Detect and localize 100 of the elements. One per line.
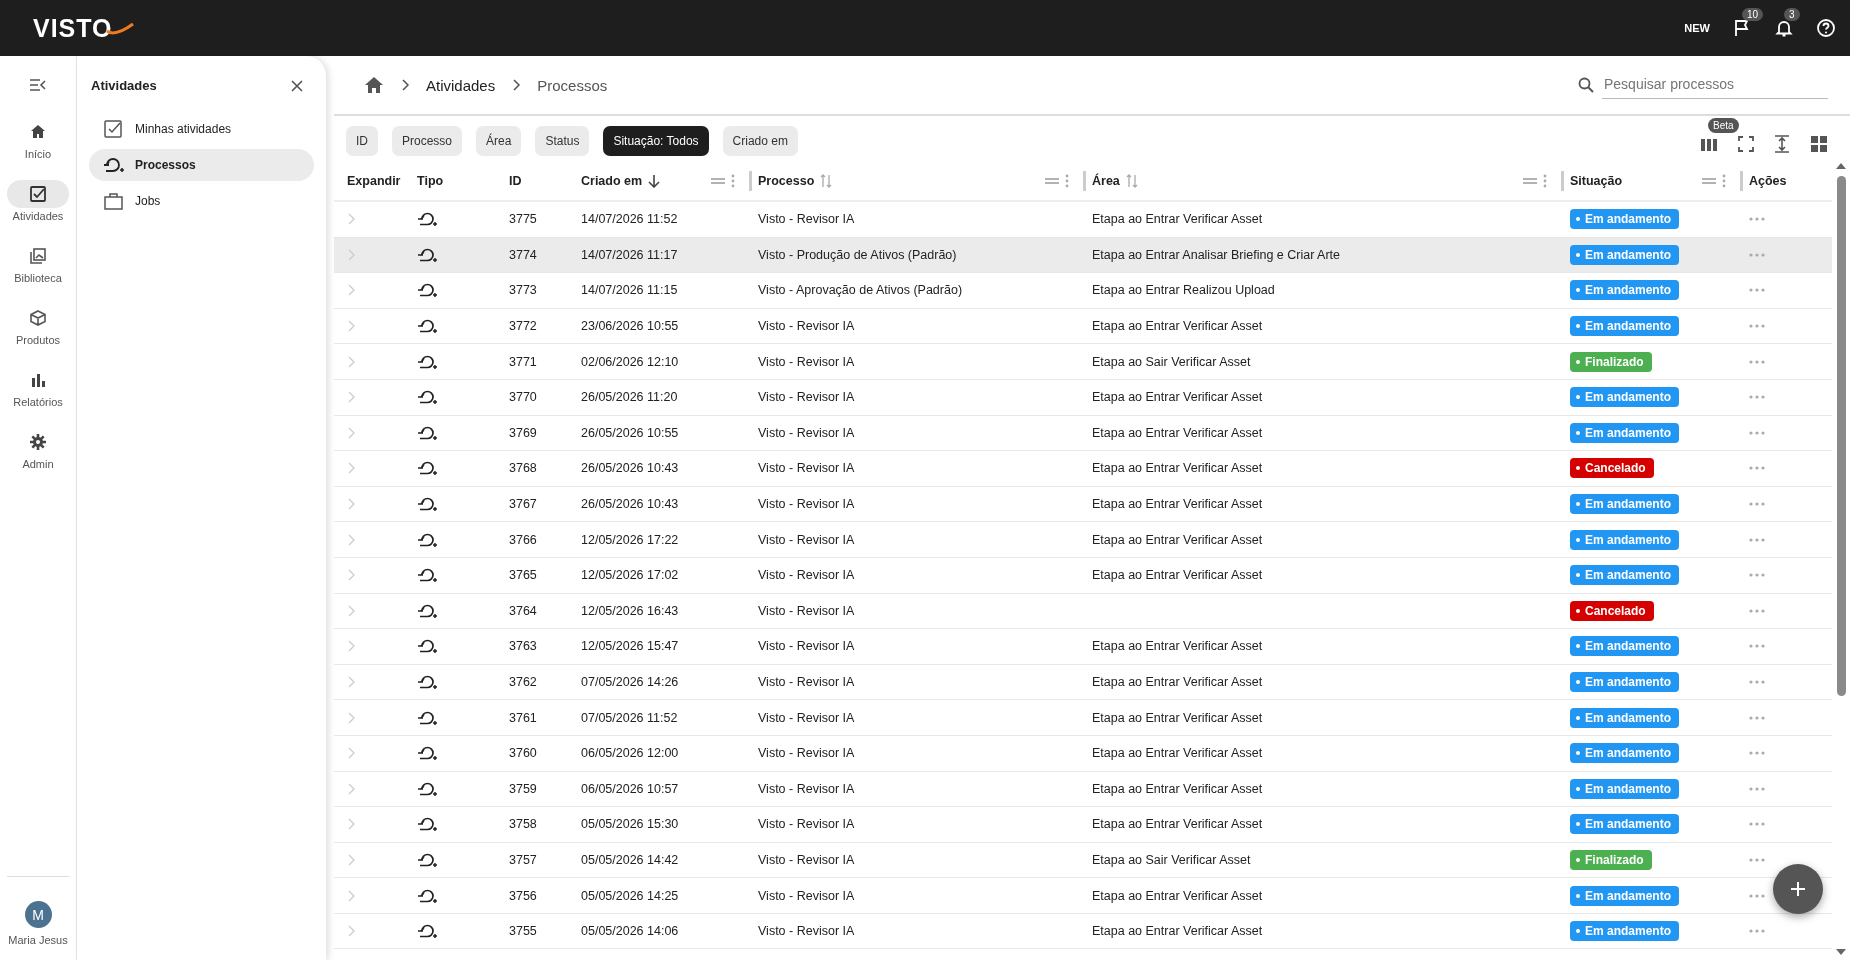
user-avatar[interactable]: M [24,901,52,928]
filter-chip[interactable]: Criado em [722,126,798,156]
nav-item[interactable]: Início [7,118,69,160]
column-menu-icon[interactable] [731,174,735,188]
column-menu-icon[interactable] [1722,174,1726,188]
expand-chevron-icon[interactable] [347,426,355,439]
scroll-up-icon[interactable] [1835,162,1847,170]
column-header[interactable]: Criado em [581,174,643,188]
table-row[interactable]: 3758 05/05/2026 15:30 Visto - Revisor IA Etapa ao Entrar Verificar Asset Em andamento [334,807,1832,843]
more-icon[interactable] [1749,395,1765,400]
table-row[interactable]: 3755 05/05/2026 14:06 Visto - Revisor IA Etapa ao Entrar Verificar Asset Em andamento [334,913,1832,950]
column-header[interactable]: Área [1092,174,1120,188]
more-icon[interactable] [1749,288,1765,293]
more-icon[interactable] [1749,644,1765,649]
filter-chip[interactable]: Situação: Todos [603,126,709,156]
table-row[interactable]: 3764 12/05/2026 16:43 Visto - Revisor IA Cancelado [334,593,1832,630]
more-icon[interactable] [1749,466,1765,471]
nav-item[interactable]: Admin [7,428,69,470]
table-row[interactable]: 3765 12/05/2026 17:02 Visto - Revisor IA Etapa ao Entrar Verificar Asset Em andamento [334,557,1832,594]
expand-chevron-icon[interactable] [347,782,355,795]
more-icon[interactable] [1749,537,1765,542]
drag-handle-icon[interactable] [1702,177,1716,185]
table-row[interactable]: 3768 26/05/2026 10:43 Visto - Revisor IA Etapa ao Entrar Verificar Asset Cancelado [334,451,1832,487]
columns-icon[interactable] [1700,136,1718,152]
nav-item[interactable]: Biblioteca [7,242,69,284]
drag-handle-icon[interactable] [1045,177,1059,185]
table-row[interactable]: 3762 07/05/2026 14:26 Visto - Revisor IA Etapa ao Entrar Verificar Asset Em andamento [334,664,1832,701]
grid-view-icon[interactable] [1810,135,1828,153]
more-icon[interactable] [1749,252,1765,257]
sort-icon[interactable] [820,174,833,188]
filter-chip[interactable]: Status [535,126,590,156]
table-row[interactable]: 3775 14/07/2026 11:52 Visto - Revisor IA Etapa ao Entrar Verificar Asset Em andamento [334,202,1832,238]
expand-chevron-icon[interactable] [347,498,355,511]
expand-chevron-icon[interactable] [347,320,355,333]
table-row[interactable]: 3767 26/05/2026 10:43 Visto - Revisor IA Etapa ao Entrar Verificar Asset Em andamento [334,486,1832,523]
close-icon[interactable] [290,78,304,93]
expand-chevron-icon[interactable] [347,676,355,688]
home-icon[interactable] [364,76,384,94]
table-row[interactable]: 3761 07/05/2026 11:52 Visto - Revisor IA Etapa ao Entrar Verificar Asset Em andamento [334,700,1832,736]
column-header[interactable]: Ações [1749,174,1787,188]
sort-down-icon[interactable] [648,174,661,188]
column-header[interactable]: Situação [1570,174,1623,188]
filter-chip[interactable]: Processo [392,126,463,156]
fullscreen-icon[interactable] [1738,136,1754,152]
expand-chevron-icon[interactable] [347,569,355,582]
table-row[interactable]: 3763 12/05/2026 15:47 Visto - Revisor IA Etapa ao Entrar Verificar Asset Em andamento [334,629,1832,665]
expand-chevron-icon[interactable] [347,462,355,475]
new-label[interactable]: NEW [1684,22,1710,34]
help-icon[interactable] [1816,18,1836,38]
more-icon[interactable] [1749,858,1765,862]
add-button[interactable] [1773,864,1823,914]
drag-handle-icon[interactable] [1523,177,1537,185]
more-icon[interactable] [1749,893,1765,898]
table-row[interactable]: 3771 02/06/2026 12:10 Visto - Revisor IA Etapa ao Sair Verificar Asset Finalizado [334,344,1832,380]
more-icon[interactable] [1749,751,1765,756]
expand-chevron-icon[interactable] [347,925,355,938]
expand-chevron-icon[interactable] [347,248,355,261]
more-icon[interactable] [1749,573,1765,578]
more-icon[interactable] [1749,680,1765,684]
expand-chevron-icon[interactable] [347,355,355,368]
expand-chevron-icon[interactable] [347,391,355,404]
filter-chip[interactable]: ID [346,126,378,156]
scrollbar-thumb[interactable] [1836,176,1846,696]
more-icon[interactable] [1749,608,1765,613]
more-icon[interactable] [1749,359,1765,364]
submenu-item[interactable]: Minhas atividades [89,113,314,145]
table-row[interactable]: 3773 14/07/2026 11:15 Visto - Aprovação de Ativos (Padrão) Etapa ao Entrar Realizou Upload Em andamento [334,273,1832,309]
breadcrumb-link[interactable]: Atividades [426,76,496,94]
expand-chevron-icon[interactable] [347,640,355,653]
table-row[interactable]: 3772 23/06/2026 10:55 Visto - Revisor IA Etapa ao Entrar Verificar Asset Em andamento [334,308,1832,345]
more-icon[interactable] [1749,786,1765,791]
column-header[interactable]: ID [509,174,522,188]
column-header[interactable]: Processo [758,174,815,188]
table-row[interactable]: 3759 06/05/2026 10:57 Visto - Revisor IA Etapa ao Entrar Verificar Asset Em andamento [334,771,1832,808]
menu-collapse-icon[interactable] [29,78,47,92]
expand-chevron-icon[interactable] [347,854,355,866]
nav-item[interactable]: Produtos [7,304,69,346]
breadcrumb-link[interactable]: Processos [537,76,608,94]
column-header[interactable]: Tipo [417,174,444,188]
column-menu-icon[interactable] [1543,174,1547,188]
row-density-icon[interactable] [1774,135,1790,153]
more-icon[interactable] [1749,324,1765,329]
expand-chevron-icon[interactable] [347,213,355,226]
drag-handle-icon[interactable] [711,177,725,185]
more-icon[interactable] [1749,715,1765,720]
table-row[interactable]: 3766 12/05/2026 17:22 Visto - Revisor IA Etapa ao Entrar Verificar Asset Em andamento [334,522,1832,558]
table-row[interactable]: 3770 26/05/2026 11:20 Visto - Revisor IA Etapa ao Entrar Verificar Asset Em andamento [334,379,1832,416]
submenu-item[interactable]: Processos [89,149,314,181]
more-icon[interactable] [1749,502,1765,507]
expand-chevron-icon[interactable] [347,747,355,760]
more-icon[interactable] [1749,822,1765,827]
expand-chevron-icon[interactable] [347,711,355,724]
expand-chevron-icon[interactable] [347,889,355,902]
more-icon[interactable] [1749,217,1765,222]
filter-chip[interactable]: Área [476,126,522,156]
table-row[interactable]: 3769 26/05/2026 10:55 Visto - Revisor IA Etapa ao Entrar Verificar Asset Em andamento [334,415,1832,452]
table-row[interactable]: 3774 14/07/2026 11:17 Visto - Produção de Ativos (Padrão) Etapa ao Entrar Analisar Briefing e Criar Arte Em andamento [334,237,1832,274]
expand-chevron-icon[interactable] [347,284,355,297]
expand-chevron-icon[interactable] [347,818,355,831]
scroll-down-icon[interactable] [1835,948,1847,956]
